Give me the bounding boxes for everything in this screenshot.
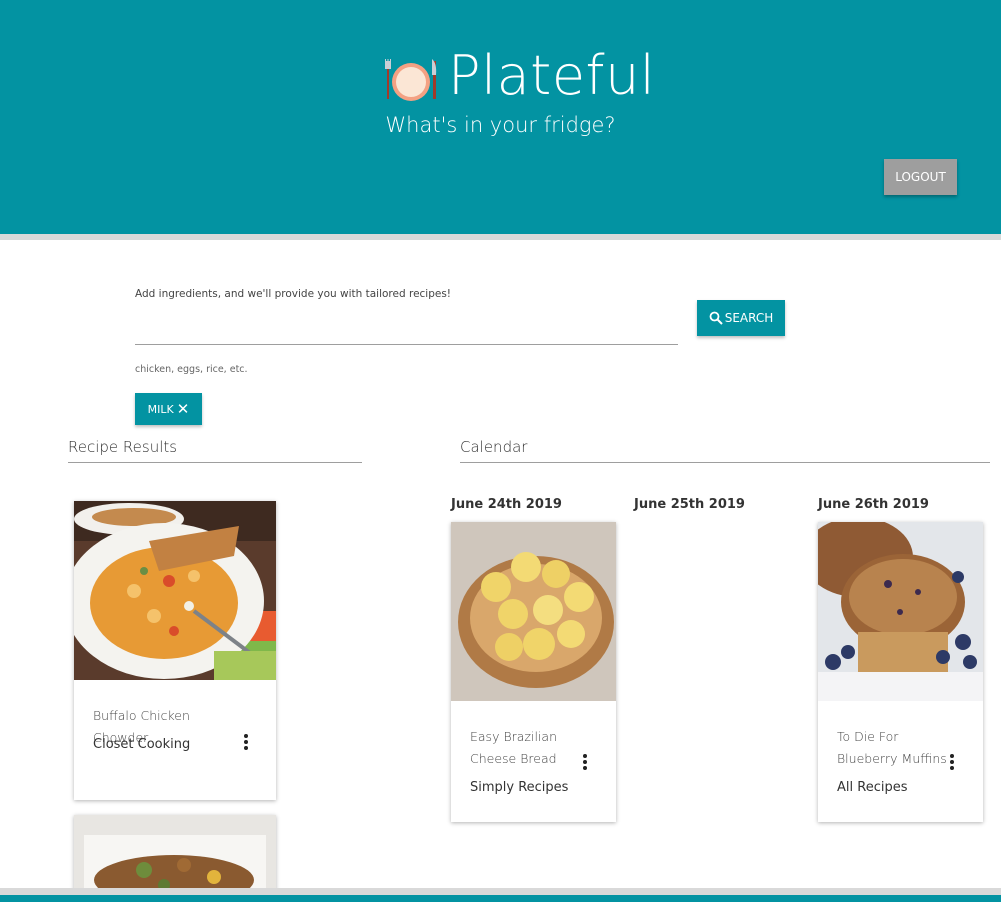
recipe-title[interactable]: To Die For Blueberry Muffins — [837, 726, 957, 770]
recipe-image — [74, 815, 276, 895]
search-icon — [709, 311, 723, 325]
app-footer — [0, 895, 1001, 902]
app-header: Plateful What's in your fridge? LOGOUT — [0, 0, 1001, 234]
ingredient-chip: MILK ✕ — [135, 393, 202, 425]
calendar-day-date: June 24th 2019 — [451, 497, 562, 512]
chip-label: MILK — [147, 402, 174, 416]
recipe-card[interactable]: Buffalo Chicken Chowder Closet Cooking — [74, 501, 276, 800]
recipe-source: Closet Cooking — [93, 737, 191, 752]
tagline: What's in your fridge? — [385, 113, 616, 137]
calendar-day-date: June 26th 2019 — [818, 497, 929, 512]
calendar-day-date: June 25th 2019 — [634, 497, 745, 512]
recipe-title[interactable]: Easy Brazilian Cheese Bread — [470, 726, 590, 770]
close-icon[interactable]: ✕ — [177, 401, 190, 417]
search-button[interactable]: SEARCH — [697, 300, 785, 336]
calendar-recipe-card[interactable]: Easy Brazilian Cheese Bread Simply Recip… — [451, 522, 616, 822]
recipe-image — [451, 522, 616, 701]
recipe-results-divider — [68, 462, 362, 463]
recipe-results-heading: Recipe Results — [68, 438, 178, 456]
search-button-label: SEARCH — [724, 311, 774, 325]
search-hint: chicken, eggs, rice, etc. — [135, 364, 248, 375]
plate-icon — [385, 59, 437, 101]
more-vert-icon[interactable] — [582, 754, 588, 772]
search-input[interactable] — [135, 310, 678, 344]
header-divider — [0, 234, 1001, 240]
more-vert-icon[interactable] — [949, 754, 955, 772]
recipe-card[interactable] — [74, 815, 276, 895]
calendar-recipe-card[interactable]: To Die For Blueberry Muffins All Recipes — [818, 522, 983, 822]
recipe-image — [818, 522, 983, 701]
brand-title: Plateful — [448, 44, 656, 107]
search-input-underline — [135, 344, 678, 345]
logout-button[interactable]: LOGOUT — [884, 159, 957, 195]
more-vert-icon[interactable] — [243, 734, 249, 752]
recipe-image — [74, 501, 276, 680]
search-label: Add ingredients, and we'll provide you w… — [135, 288, 452, 300]
calendar-heading: Calendar — [460, 438, 528, 456]
brand: Plateful — [384, 46, 655, 106]
recipe-source: All Recipes — [837, 780, 908, 795]
footer-divider — [0, 888, 1001, 895]
calendar-divider — [460, 462, 990, 463]
recipe-source: Simply Recipes — [470, 780, 569, 795]
